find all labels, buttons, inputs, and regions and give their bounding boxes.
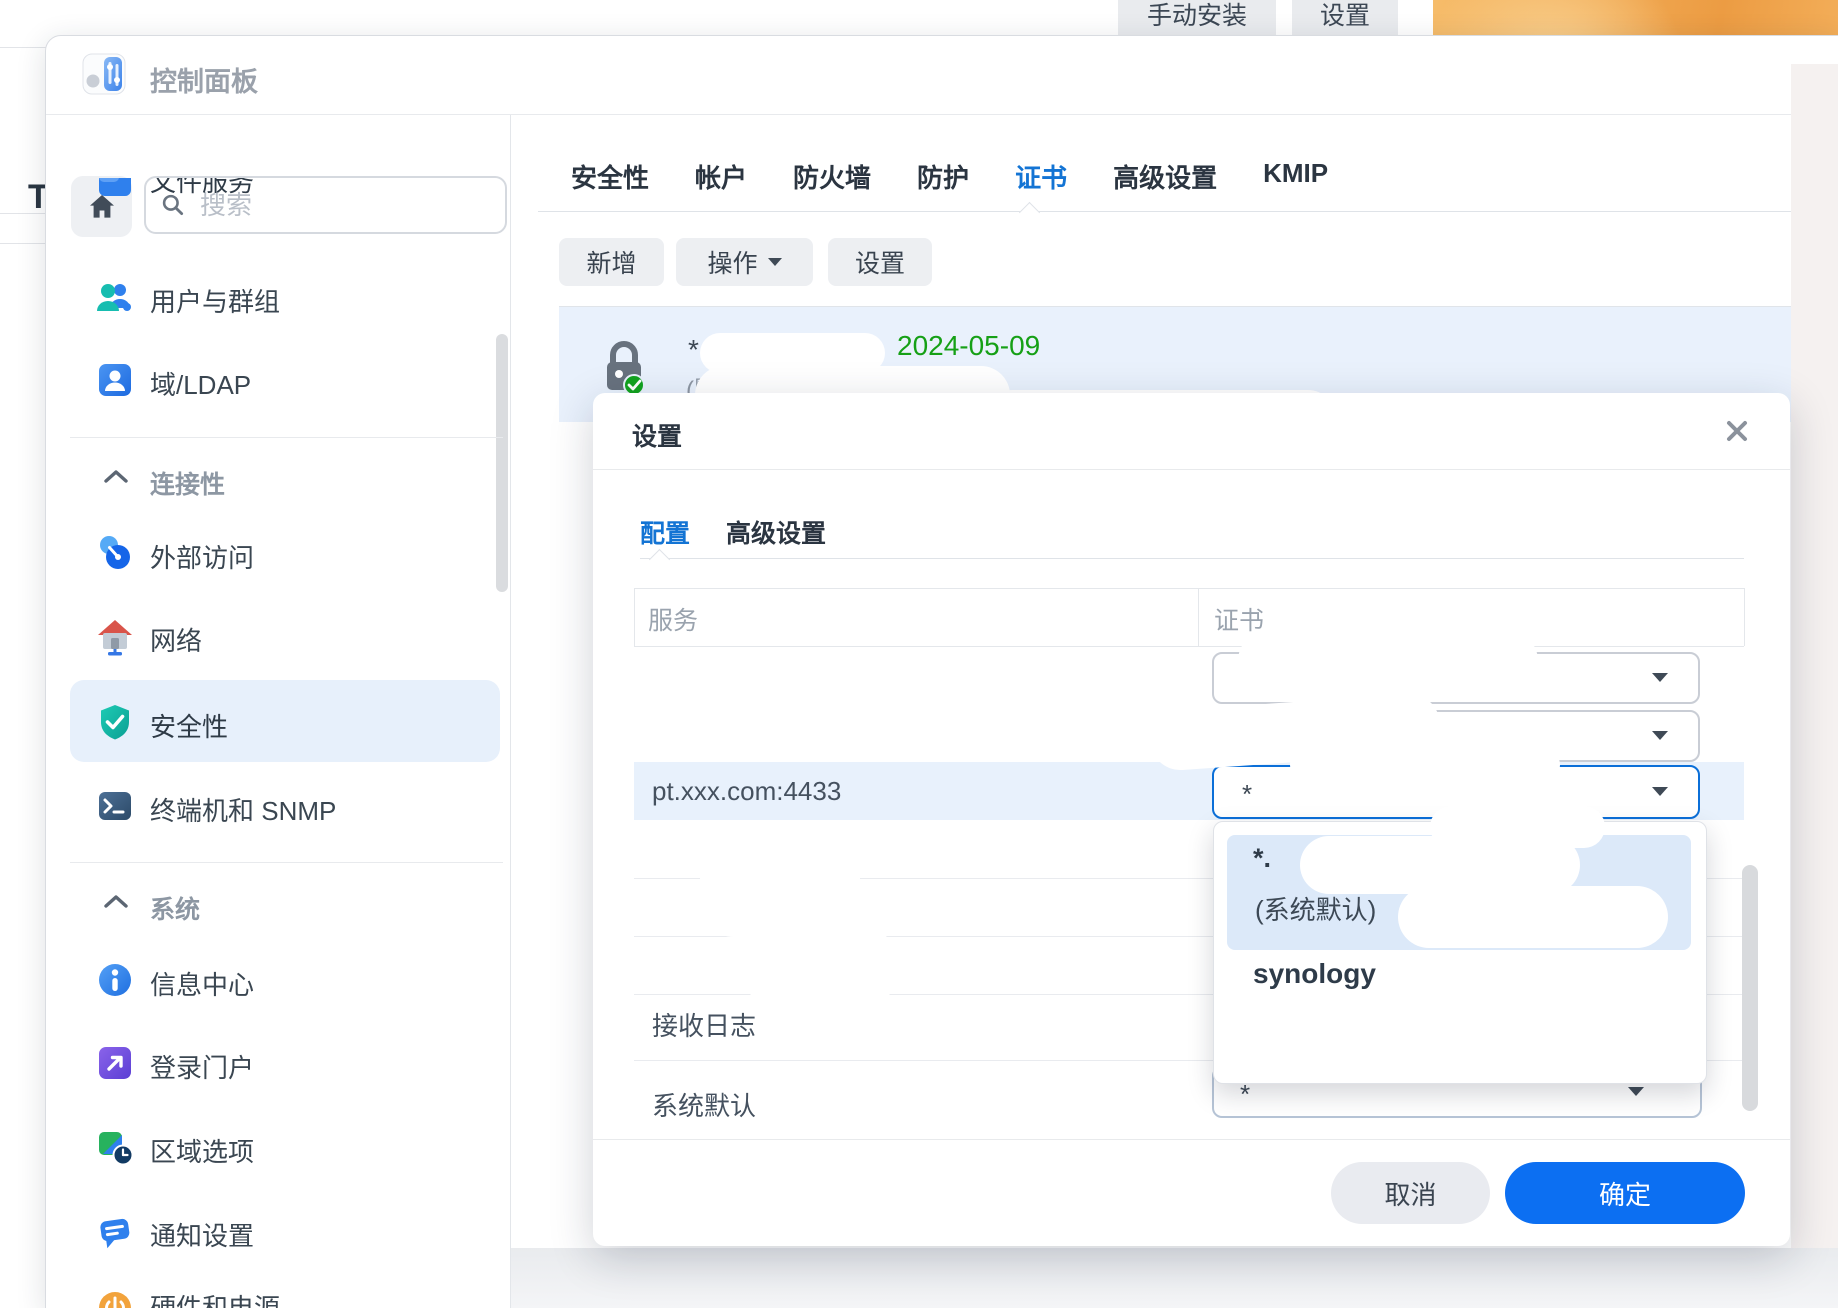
table-border: [634, 588, 635, 646]
screen: T 手动安装 设置 控制面板: [0, 0, 1838, 1308]
menu-option-synology[interactable]: synology: [1253, 958, 1376, 990]
dropdown-caret-icon: [1652, 787, 1668, 796]
notification-settings-icon: [95, 1211, 135, 1251]
action-button[interactable]: 操作: [676, 238, 813, 286]
login-portal-icon: [95, 1043, 135, 1083]
users-groups-icon: [95, 277, 135, 317]
dropdown-caret-icon: [1628, 1087, 1644, 1096]
add-button[interactable]: 新增: [559, 238, 664, 286]
tab-kmip[interactable]: KMIP: [1263, 158, 1328, 195]
sidebar-item-terminal-snmp[interactable]: 终端机和 SNMP: [150, 791, 336, 828]
sidebar-item-info-center[interactable]: 信息中心: [150, 965, 254, 1002]
background-line: [0, 243, 45, 244]
regional-options-icon: [95, 1127, 135, 1167]
service-cell: pt.xxx.com:4433: [652, 776, 841, 807]
table-border: [1744, 588, 1745, 646]
sidebar-section-divider: [70, 437, 503, 438]
file-services-icon: [95, 178, 135, 209]
sidebar-divider: [510, 115, 511, 1308]
table-border: [634, 588, 1744, 589]
redaction-blob: [1398, 886, 1668, 948]
section-connectivity[interactable]: 连接性: [150, 465, 225, 501]
chevron-up-icon[interactable]: [103, 468, 129, 491]
cancel-button[interactable]: 取消: [1331, 1162, 1490, 1224]
main-tab-bar: 安全性 帐户 防火墙 防护 证书 高级设置 KMIP: [571, 158, 1328, 195]
certificate-name: *: [688, 334, 699, 366]
domain-ldap-icon: [95, 360, 135, 400]
menu-option1-line1: *.: [1253, 843, 1271, 874]
sidebar-scrollbar[interactable]: [496, 334, 508, 592]
section-system[interactable]: 系统: [150, 890, 200, 926]
external-access-icon: [95, 533, 135, 573]
info-center-icon: [95, 960, 135, 1000]
sidebar-item-domain-ldap[interactable]: 域/LDAP: [150, 365, 251, 402]
tab-security[interactable]: 安全性: [571, 158, 649, 195]
table-border: [634, 646, 1744, 647]
certificate-lock-icon: [602, 338, 646, 401]
content-below-dialog: [511, 1248, 1838, 1308]
window-title: 控制面板: [150, 60, 258, 99]
dialog-tab-config[interactable]: 配置: [640, 514, 690, 550]
sidebar-item-security[interactable]: 安全性: [150, 707, 228, 744]
log-row-label: 接收日志: [652, 1006, 756, 1043]
dialog-title: 设置: [632, 417, 682, 453]
tab-firewall[interactable]: 防火墙: [793, 158, 871, 195]
sidebar-item-login-portal[interactable]: 登录门户: [150, 1048, 254, 1085]
dropdown-caret-icon: [1652, 673, 1668, 682]
sidebar-item-hardware-power-partial[interactable]: 硬件和电源: [70, 1282, 470, 1308]
dialog-footer-divider: [593, 1139, 1790, 1140]
sidebar-item-external-access[interactable]: 外部访问: [150, 538, 254, 575]
sidebar-item-network[interactable]: 网络: [150, 621, 202, 658]
terminal-snmp-icon: [95, 786, 135, 826]
ok-button[interactable]: 确定: [1505, 1162, 1745, 1224]
settings-button[interactable]: 设置: [828, 238, 932, 286]
control-panel-icon: [82, 52, 126, 101]
dialog-table-scrollbar[interactable]: [1742, 865, 1758, 1111]
network-icon: [95, 616, 135, 656]
certificate-expiry-date: 2024-05-09: [897, 330, 1040, 362]
tab-certificate[interactable]: 证书: [1015, 158, 1067, 195]
redaction-blob: [1290, 748, 1560, 782]
window-header-divider: [46, 114, 1838, 115]
table-border: [1198, 588, 1199, 646]
sidebar-item-regional-options[interactable]: 区域选项: [150, 1132, 254, 1169]
dropdown-caret-icon: [1652, 731, 1668, 740]
tab-account[interactable]: 帐户: [695, 158, 747, 195]
sidebar-item-notification-settings[interactable]: 通知设置: [150, 1216, 254, 1253]
tab-protection[interactable]: 防护: [917, 158, 969, 195]
column-header-service: 服务: [648, 601, 698, 637]
chevron-up-icon[interactable]: [103, 893, 129, 916]
tab-advanced[interactable]: 高级设置: [1113, 158, 1217, 195]
dialog-header-divider: [593, 469, 1790, 470]
dialog-tab-underline: [640, 558, 1744, 559]
dropdown-selected-value: *: [1242, 779, 1252, 810]
redaction-blob: [700, 845, 860, 937]
dialog-tab-advanced[interactable]: 高级设置: [726, 514, 826, 550]
redaction-blob: [1238, 630, 1538, 692]
tab-underline: [538, 211, 1838, 212]
manual-install-label: 手动安装: [1147, 0, 1247, 32]
content-right-strip: [1791, 64, 1838, 1308]
redaction-blob: [745, 925, 895, 1010]
action-caret-icon: [768, 258, 782, 266]
sidebar-item-users[interactable]: 用户与群组: [150, 282, 280, 319]
sidebar-item-file-services-partial[interactable]: 文件服务: [70, 178, 470, 218]
hardware-power-icon: [95, 1286, 135, 1308]
menu-option1-line2: (系统默认): [1255, 890, 1376, 927]
security-shield-icon: [95, 702, 135, 742]
sidebar-section-divider: [70, 862, 503, 863]
top-settings-label: 设置: [1320, 0, 1370, 32]
close-icon[interactable]: [1722, 416, 1752, 451]
redaction-blob: [1430, 806, 1605, 848]
default-row-label: 系统默认: [652, 1086, 756, 1123]
